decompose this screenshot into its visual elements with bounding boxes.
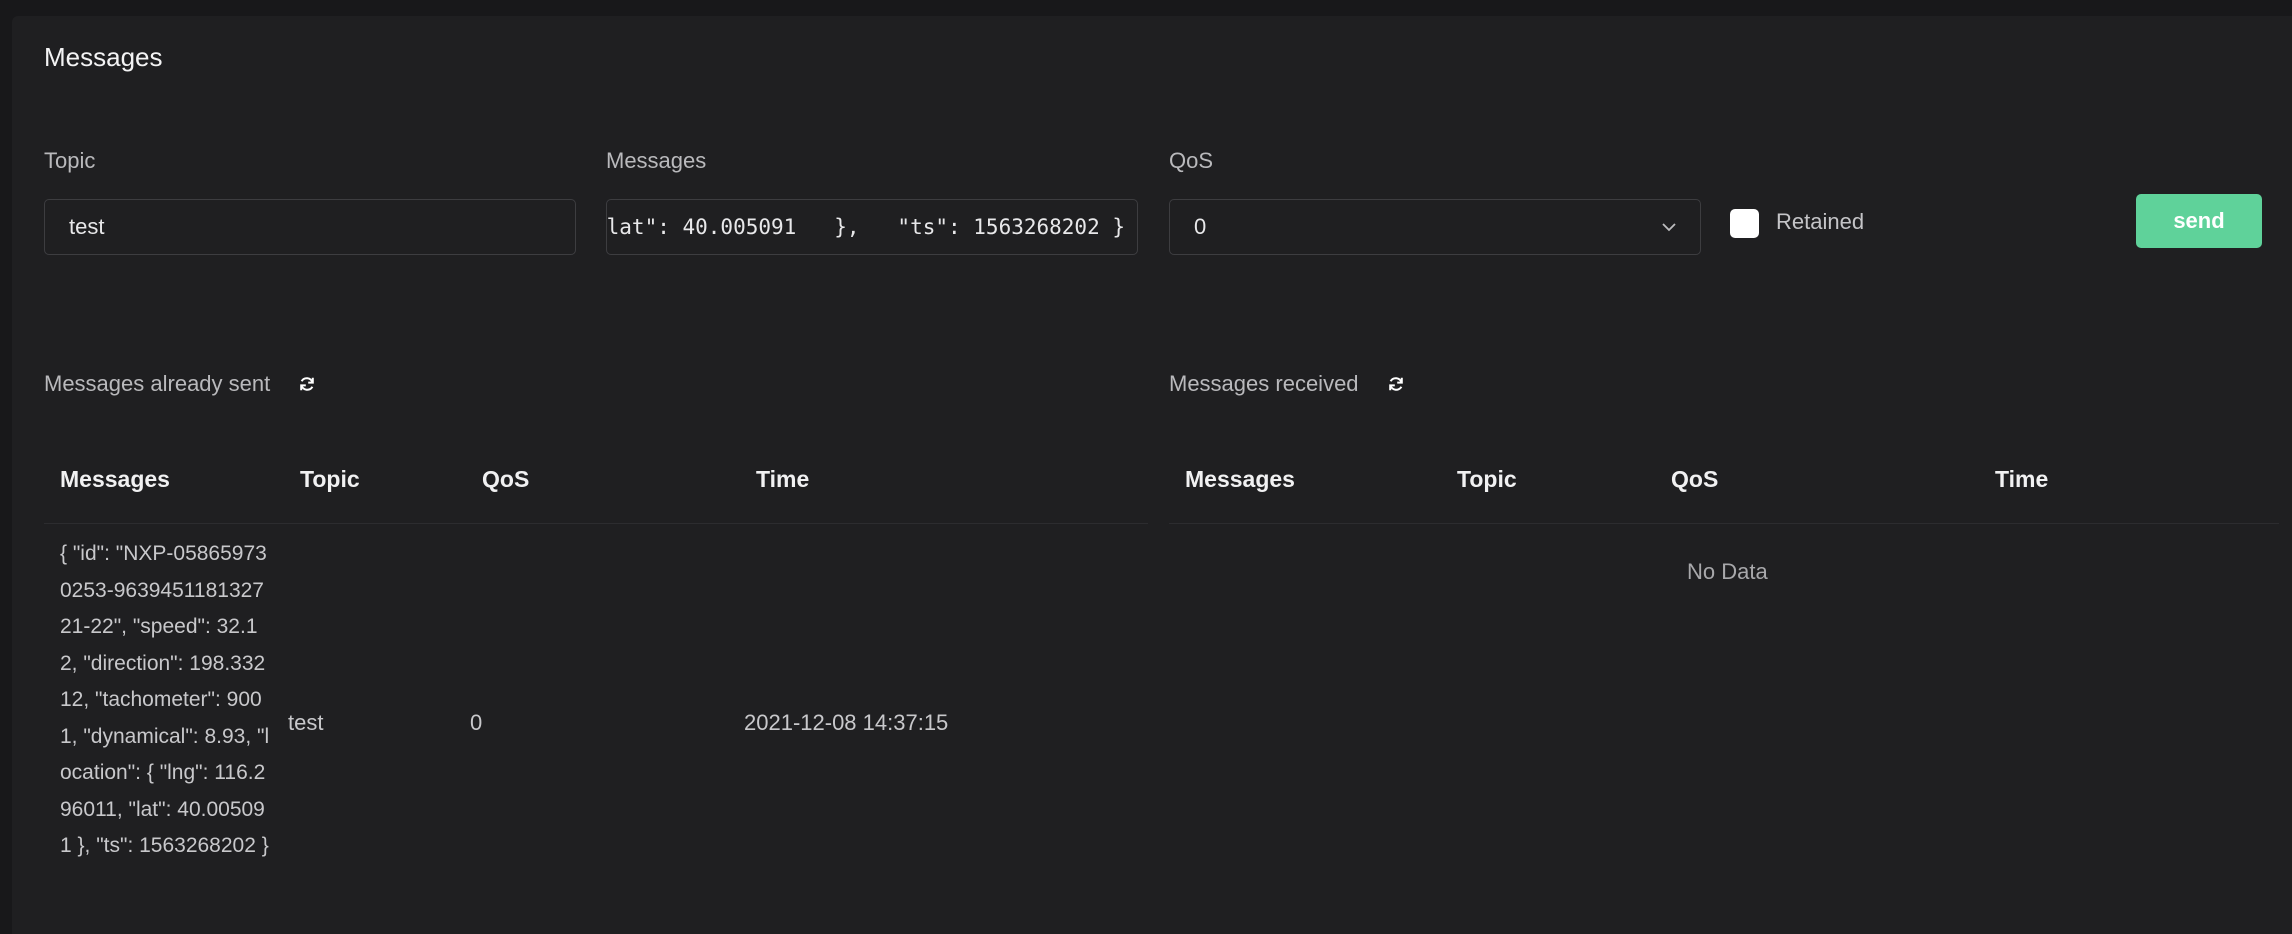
chevron-down-icon <box>1660 218 1678 236</box>
received-section-label: Messages received <box>1169 371 1359 397</box>
sent-row-qos: 0 <box>470 710 482 736</box>
topic-input-value: test <box>69 214 104 240</box>
topic-input[interactable]: test <box>44 199 576 255</box>
received-section-title: Messages received <box>1169 371 1405 397</box>
topic-label: Topic <box>44 148 95 174</box>
card-title: Messages <box>44 42 163 73</box>
sent-row-topic: test <box>288 710 323 736</box>
received-col-messages: Messages <box>1185 466 1295 493</box>
sent-col-messages: Messages <box>60 466 170 493</box>
qos-select-value: 0 <box>1194 214 1206 240</box>
sent-section-title: Messages already sent <box>44 371 316 397</box>
sent-table-header: Messages Topic QoS Time <box>44 434 1148 524</box>
empty-state: No Data <box>1687 559 1768 585</box>
received-col-time: Time <box>1995 466 2048 493</box>
messages-input[interactable]: 011, "lat": 40.005091 }, "ts": 156326820… <box>606 199 1138 255</box>
retained-checkbox[interactable] <box>1730 209 1759 238</box>
sent-section-label: Messages already sent <box>44 371 270 397</box>
received-table-header: Messages Topic QoS Time <box>1169 434 2279 524</box>
messages-input-value: 011, "lat": 40.005091 }, "ts": 156326820… <box>606 215 1125 239</box>
sent-col-qos: QoS <box>482 466 529 493</box>
sent-row-time: 2021-12-08 14:37:15 <box>744 710 948 736</box>
refresh-icon[interactable] <box>298 375 316 393</box>
messages-card: Messages Topic test Messages 011, "lat":… <box>12 16 2292 934</box>
received-col-qos: QoS <box>1671 466 1718 493</box>
sent-row-message: { "id": "NXP-058659730253-96394511813272… <box>60 536 272 865</box>
qos-select[interactable]: 0 <box>1169 199 1701 255</box>
qos-label: QoS <box>1169 148 1213 174</box>
sent-col-topic: Topic <box>300 466 360 493</box>
messages-label: Messages <box>606 148 706 174</box>
refresh-icon[interactable] <box>1387 375 1405 393</box>
send-button[interactable]: send <box>2136 194 2262 248</box>
received-col-topic: Topic <box>1457 466 1517 493</box>
retained-label: Retained <box>1776 209 1864 235</box>
sent-col-time: Time <box>756 466 809 493</box>
